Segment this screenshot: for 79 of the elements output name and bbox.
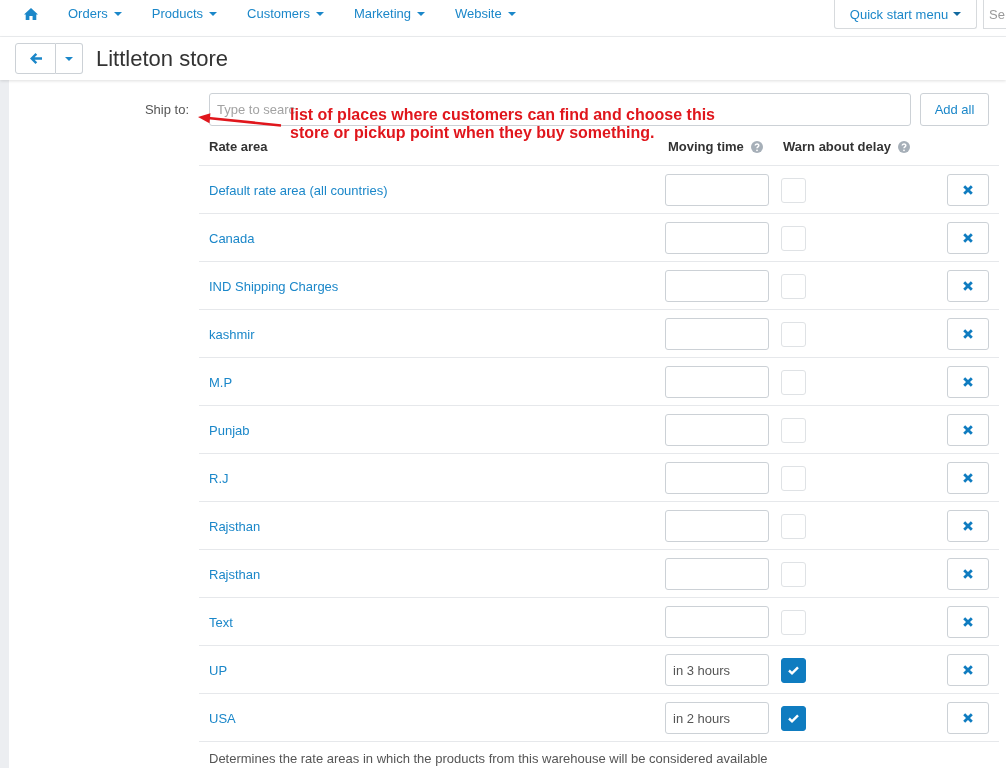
back-button[interactable] [15, 43, 56, 74]
cross-icon [963, 569, 973, 579]
remove-button[interactable] [947, 654, 989, 686]
rate-area-link[interactable]: R.J [209, 470, 229, 486]
nav-menu-item[interactable]: Orders [53, 0, 137, 27]
remove-button[interactable] [947, 318, 989, 350]
moving-time-field[interactable] [665, 606, 769, 638]
rate-area-link[interactable]: Default rate area (all countries) [209, 182, 388, 198]
cross-icon [963, 377, 973, 387]
moving-time-field[interactable]: in 2 hours [665, 702, 769, 734]
caret-icon [417, 11, 425, 16]
cross-icon [963, 185, 973, 195]
remove-button[interactable] [947, 174, 989, 206]
moving-time-field[interactable]: in 3 hours [665, 654, 769, 686]
caret-icon [315, 11, 324, 16]
cross-icon [963, 233, 973, 243]
rate-area-link[interactable]: UP [209, 662, 228, 678]
rate-area-link[interactable]: Text [209, 614, 233, 630]
description-text: Determines the rate areas in which the products from this warehouse will be considered available [209, 751, 769, 766]
search-field[interactable]: Se [983, 0, 1006, 29]
cross-icon [963, 665, 973, 675]
cross-icon [963, 329, 973, 339]
checkbox[interactable] [781, 705, 806, 731]
moving-time-field[interactable] [665, 174, 769, 206]
nav-menu-item[interactable]: Website [440, 0, 531, 27]
remove-button[interactable] [947, 366, 989, 398]
remove-button[interactable] [947, 414, 989, 446]
caret-icon [209, 11, 218, 16]
rate-area-link[interactable]: kashmir [209, 326, 255, 342]
column-header: Rate area [209, 139, 268, 154]
remove-button[interactable] [947, 222, 989, 254]
moving-time-field[interactable] [665, 318, 769, 350]
home-icon [24, 7, 38, 20]
nav-menu-item[interactable]: Customers [232, 0, 339, 27]
nav-menu-item[interactable]: Marketing [338, 0, 440, 27]
rate-area-link[interactable]: Rajsthan [209, 566, 261, 582]
add-all-button[interactable]: Add all [920, 93, 989, 126]
arrow-left-icon [29, 53, 42, 64]
caret-icon [113, 11, 122, 16]
cross-icon [963, 281, 973, 291]
remove-button[interactable] [947, 270, 989, 302]
dropdown-button[interactable] [56, 43, 83, 74]
cross-icon [963, 425, 973, 435]
rate-area-link[interactable]: M.P [209, 374, 233, 390]
rate-area-link[interactable]: Rajsthan [209, 518, 261, 534]
help-icon[interactable] [897, 140, 910, 153]
moving-time-field[interactable] [665, 414, 769, 446]
moving-time-field[interactable] [665, 270, 769, 302]
cross-icon [963, 473, 973, 483]
moving-time-field[interactable] [665, 462, 769, 494]
cross-icon [963, 713, 973, 723]
rate-area-link[interactable]: IND Shipping Charges [209, 278, 339, 294]
checkbox[interactable] [781, 657, 806, 683]
cross-icon [963, 521, 973, 531]
rate-area-link[interactable]: Punjab [209, 422, 250, 438]
remove-button[interactable] [947, 702, 989, 734]
cross-icon [963, 617, 973, 627]
nav-menu-item[interactable]: Products [136, 0, 233, 27]
column-header: Moving time [668, 139, 744, 154]
moving-time-field[interactable] [665, 558, 769, 590]
quick-start-menu-button[interactable]: Quick start menu [834, 0, 977, 29]
caret-icon [507, 11, 516, 16]
remove-button[interactable] [947, 606, 989, 638]
check-icon [788, 713, 799, 723]
column-header: Warn about delay [783, 139, 891, 154]
moving-time-field[interactable] [665, 510, 769, 542]
rate-area-link[interactable]: Canada [209, 230, 255, 246]
field-label: Ship to: [143, 102, 189, 117]
caret-icon [953, 12, 962, 16]
rate-area-link[interactable]: USA [209, 710, 236, 726]
check-icon [788, 665, 799, 675]
remove-button[interactable] [947, 558, 989, 590]
moving-time-field[interactable] [665, 222, 769, 254]
remove-button[interactable] [947, 510, 989, 542]
remove-button[interactable] [947, 462, 989, 494]
help-icon[interactable] [750, 140, 763, 153]
page-title: Littleton store [96, 45, 229, 72]
caret-icon [65, 56, 73, 61]
moving-time-field[interactable] [665, 366, 769, 398]
